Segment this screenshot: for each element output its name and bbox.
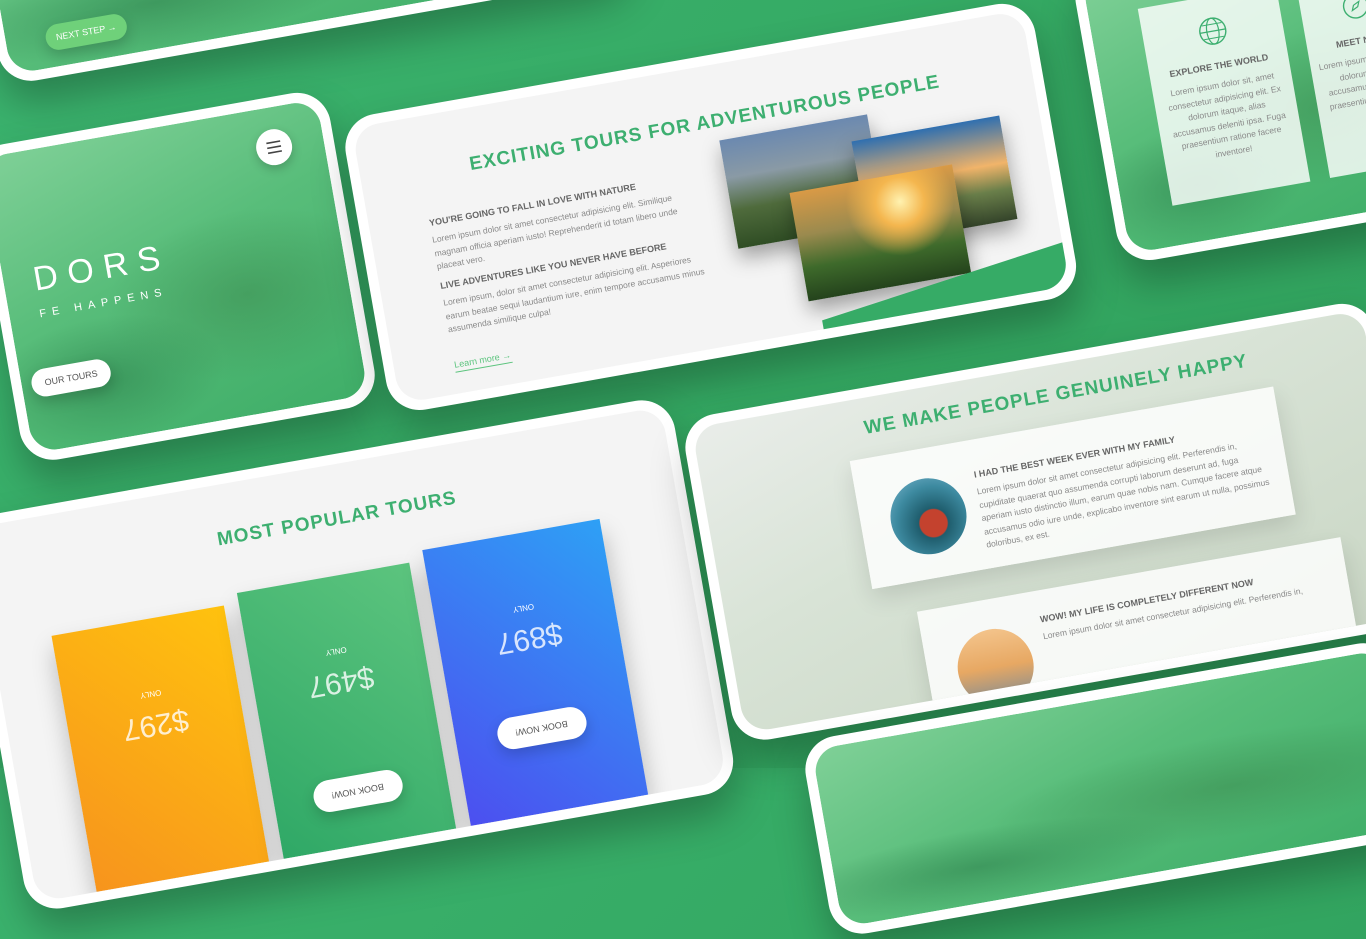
- feature-text-meet: Lorem ipsum dolor sit Ex dolorum itaque …: [1318, 46, 1366, 112]
- feature-title-meet: MEET NATU: [1335, 30, 1366, 50]
- tour-card-1: ONLY $297: [51, 605, 270, 892]
- learn-more-link[interactable]: Learn more →: [453, 349, 513, 373]
- hero-card: DORS FE HAPPENS OUR TOURS: [0, 87, 381, 466]
- tour-card-3: ONLY $897 BOOK NOW!: [422, 518, 649, 826]
- tour-card-2: ONLY $497 BOOK NOW!: [236, 562, 457, 859]
- hero-strip-image: NEXT STEP →: [0, 0, 623, 75]
- feature-box-meet: MEET NATU Lorem ipsum dolor sit Ex dolor…: [1295, 0, 1366, 178]
- features-section: EXPLORE THE WORLD Lorem ipsum dolor sit,…: [1081, 0, 1366, 254]
- features-card: EXPLORE THE WORLD Lorem ipsum dolor sit,…: [1070, 0, 1366, 266]
- compass-icon: [1342, 0, 1366, 19]
- about-card: EXCITING TOURS FOR ADVENTUROUS PEOPLE YO…: [340, 0, 1082, 416]
- tours-card: MOST POPULAR TOURS ONLY $297 ONLY $497 B…: [0, 394, 739, 914]
- about-section: EXCITING TOURS FOR ADVENTUROUS PEOPLE YO…: [351, 10, 1070, 404]
- feature-text-explore: Lorem ipsum dolor sit, amet consectetur …: [1167, 70, 1287, 160]
- feature-box-explore: EXPLORE THE WORLD Lorem ipsum dolor sit,…: [1137, 0, 1311, 206]
- discover-tours-button[interactable]: OUR TOURS: [29, 357, 113, 399]
- next-step-button[interactable]: NEXT STEP →: [43, 12, 129, 52]
- story-avatar-1: [884, 472, 973, 561]
- tours-heading: MOST POPULAR TOURS: [215, 487, 459, 551]
- tour-card-3-book-button[interactable]: BOOK NOW!: [494, 704, 590, 752]
- globe-icon: [1199, 17, 1227, 45]
- tours-section: MOST POPULAR TOURS ONLY $297 ONLY $497 B…: [0, 406, 727, 903]
- hamburger-menu-icon: [266, 140, 283, 155]
- hero-strip-card: NEXT STEP →: [0, 0, 634, 87]
- tour-card-2-book-button[interactable]: BOOK NOW!: [311, 767, 406, 815]
- story-avatar-2: [951, 622, 1040, 711]
- menu-button[interactable]: [253, 126, 295, 168]
- hero-image: DORS FE HAPPENS OUR TOURS: [0, 99, 369, 454]
